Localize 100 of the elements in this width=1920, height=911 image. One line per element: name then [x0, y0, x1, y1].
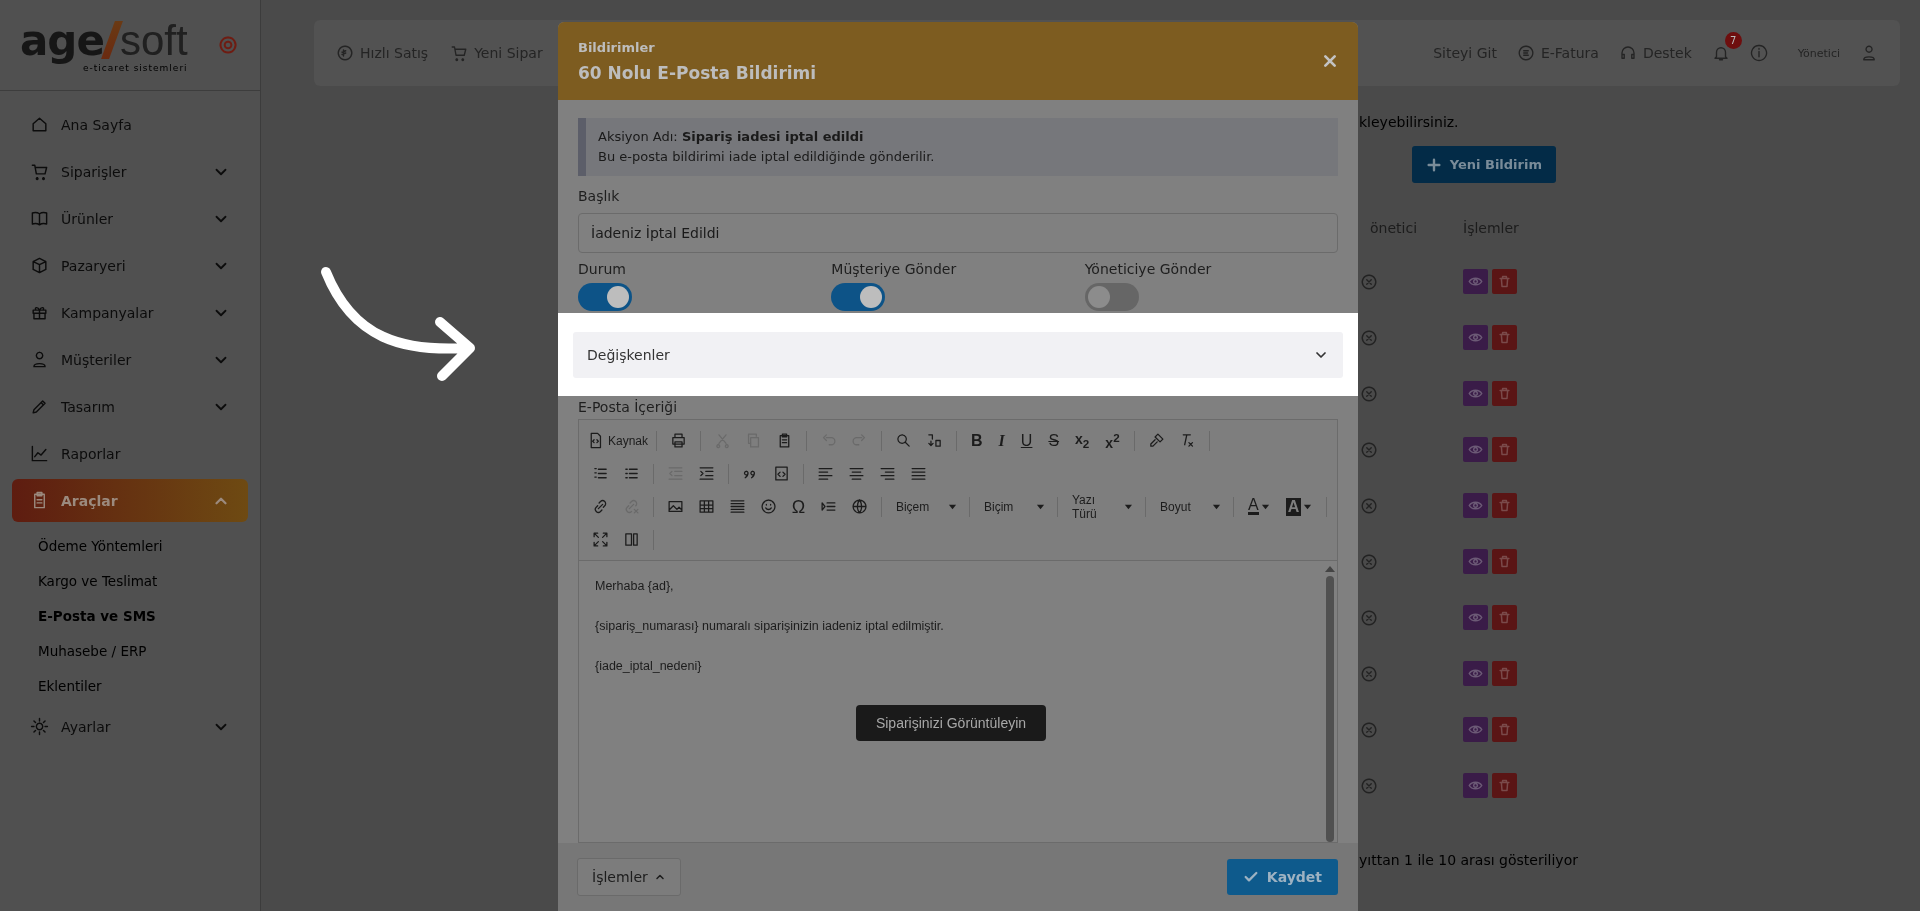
background-color-button[interactable]: A	[1279, 497, 1319, 516]
user-icon[interactable]	[1860, 44, 1878, 62]
eye-icon	[1468, 330, 1483, 345]
format-dropdown[interactable]: Boyut	[1154, 499, 1226, 514]
view-button[interactable]	[1463, 661, 1488, 686]
superscript-button[interactable]: x$^{2}$	[1099, 431, 1126, 450]
person-icon	[30, 350, 49, 369]
bell-icon[interactable]	[1711, 44, 1730, 62]
print-icon[interactable]	[670, 432, 688, 449]
format-dropdown[interactable]: Yazı Türü	[1066, 492, 1138, 521]
align-left-icon[interactable]	[817, 465, 834, 482]
save-button[interactable]: Kaydet	[1226, 859, 1338, 895]
text-color-button[interactable]: A	[1242, 498, 1276, 515]
align-right-icon[interactable]	[879, 465, 896, 482]
info-description: Bu e-posta bildirimi iade iptal edildiğinde gönderilir.	[598, 148, 936, 166]
view-order-button[interactable]: Siparişinizi Görüntüleyin	[855, 705, 1047, 741]
sidebar-item[interactable]: Müşteriler	[12, 336, 248, 383]
underline-button[interactable]: U	[1014, 432, 1039, 449]
sidebar-item[interactable]: Ana Sayfa	[12, 101, 248, 148]
sidebar-subitem[interactable]: Muhasebe / ERP	[12, 633, 248, 668]
sidebar-item[interactable]: Ürünler	[12, 195, 248, 242]
title-input[interactable]: İadeniz İptal Edildi	[578, 213, 1338, 253]
search-icon[interactable]	[895, 432, 913, 449]
delete-button[interactable]	[1492, 381, 1517, 406]
info-icon[interactable]	[1749, 44, 1768, 62]
delete-button[interactable]	[1492, 605, 1517, 630]
subscript-button[interactable]: x$_{2}$	[1069, 431, 1096, 450]
close-icon[interactable]	[1322, 53, 1338, 69]
sidebar-item[interactable]: Siparişler	[12, 148, 248, 195]
align-justify-icon[interactable]	[910, 465, 927, 482]
eye-icon	[1468, 498, 1483, 513]
sidebar-subitem[interactable]: Ödeme Yöntemleri	[12, 528, 248, 563]
caret-icon	[1303, 502, 1313, 511]
sidebar-item[interactable]: Ayarlar	[12, 703, 248, 750]
delete-button[interactable]	[1492, 661, 1517, 686]
italic-button[interactable]: I	[992, 432, 1011, 449]
trash-icon	[1497, 666, 1512, 681]
eye-icon	[1468, 386, 1483, 401]
trash-icon	[1497, 386, 1512, 401]
paint-brush-icon[interactable]	[1147, 432, 1165, 449]
trash-icon	[1497, 274, 1512, 289]
table-icon[interactable]	[697, 498, 715, 515]
view-button[interactable]	[1463, 381, 1488, 406]
format-dropdown[interactable]: Biçim	[977, 499, 1050, 514]
cart-icon	[450, 44, 469, 62]
sidebar-item[interactable]: Raporlar	[12, 430, 248, 477]
variables-dropdown[interactable]: Değişkenler	[573, 331, 1343, 378]
new-notification-button[interactable]: Yeni Bildirim	[1411, 146, 1556, 183]
sidebar-item[interactable]: Pazaryeri	[12, 242, 248, 289]
link-icon[interactable]	[592, 498, 609, 515]
source-button[interactable]: Kaynak	[587, 432, 649, 449]
delete-button[interactable]	[1492, 493, 1517, 518]
bold-button[interactable]: B	[965, 432, 989, 449]
sidebar-subitem[interactable]: Kargo ve Teslimat	[12, 563, 248, 598]
toggle-switch[interactable]	[578, 283, 632, 311]
view-button[interactable]	[1463, 717, 1488, 742]
dropdown-label: Yazı Türü	[1072, 492, 1098, 521]
delete-button[interactable]	[1492, 717, 1517, 742]
image-icon[interactable]	[666, 498, 684, 515]
sidebar-item[interactable]: Kampanyalar	[12, 289, 248, 336]
format-dropdown[interactable]: Biçem	[889, 499, 962, 514]
special-character-button[interactable]: Ω	[785, 497, 812, 516]
eye-icon	[1468, 442, 1483, 457]
sidebar-item[interactable]: Araçlar	[12, 479, 248, 522]
modal-subtitle: Bildirimler	[578, 39, 656, 55]
book-icon	[30, 209, 49, 228]
box-icon	[30, 256, 49, 275]
globe-icon[interactable]	[851, 498, 869, 515]
sidebar-subitem[interactable]: E-Posta ve SMS	[12, 598, 248, 633]
delete-button[interactable]	[1492, 773, 1517, 798]
delete-button[interactable]	[1492, 437, 1517, 462]
delete-button[interactable]	[1492, 549, 1517, 574]
align-center-icon[interactable]	[848, 465, 865, 482]
toggle-switch[interactable]	[1084, 283, 1139, 311]
caret-icon	[1260, 502, 1270, 511]
view-button[interactable]	[1463, 325, 1488, 350]
delete-button[interactable]	[1492, 269, 1517, 294]
delete-button[interactable]	[1492, 325, 1517, 350]
view-button[interactable]	[1463, 605, 1488, 630]
trash-icon	[1497, 610, 1512, 625]
target-icon[interactable]	[217, 35, 238, 55]
eye-icon	[1468, 722, 1483, 737]
view-button[interactable]	[1463, 549, 1488, 574]
indent-icon[interactable]	[698, 465, 715, 482]
smiley-icon[interactable]	[759, 498, 777, 515]
sidebar-item[interactable]: Tasarım	[12, 383, 248, 430]
code-block-icon[interactable]	[773, 465, 790, 482]
toggle-switch[interactable]	[831, 283, 886, 311]
strikethrough-button[interactable]: S	[1042, 432, 1066, 449]
view-button[interactable]	[1463, 493, 1488, 518]
replace-icon[interactable]	[926, 432, 944, 449]
sidebar-subitem[interactable]: Eklentiler	[12, 668, 248, 703]
view-button[interactable]	[1463, 269, 1488, 294]
lines-icon[interactable]	[728, 498, 746, 515]
blocks-icon[interactable]	[623, 531, 640, 548]
toggle-label: Müşteriye Gönder	[831, 261, 958, 277]
view-button[interactable]	[1463, 773, 1488, 798]
view-button[interactable]	[1463, 437, 1488, 462]
actions-button[interactable]: İşlemler	[577, 858, 681, 896]
maximize-icon[interactable]	[592, 531, 609, 548]
